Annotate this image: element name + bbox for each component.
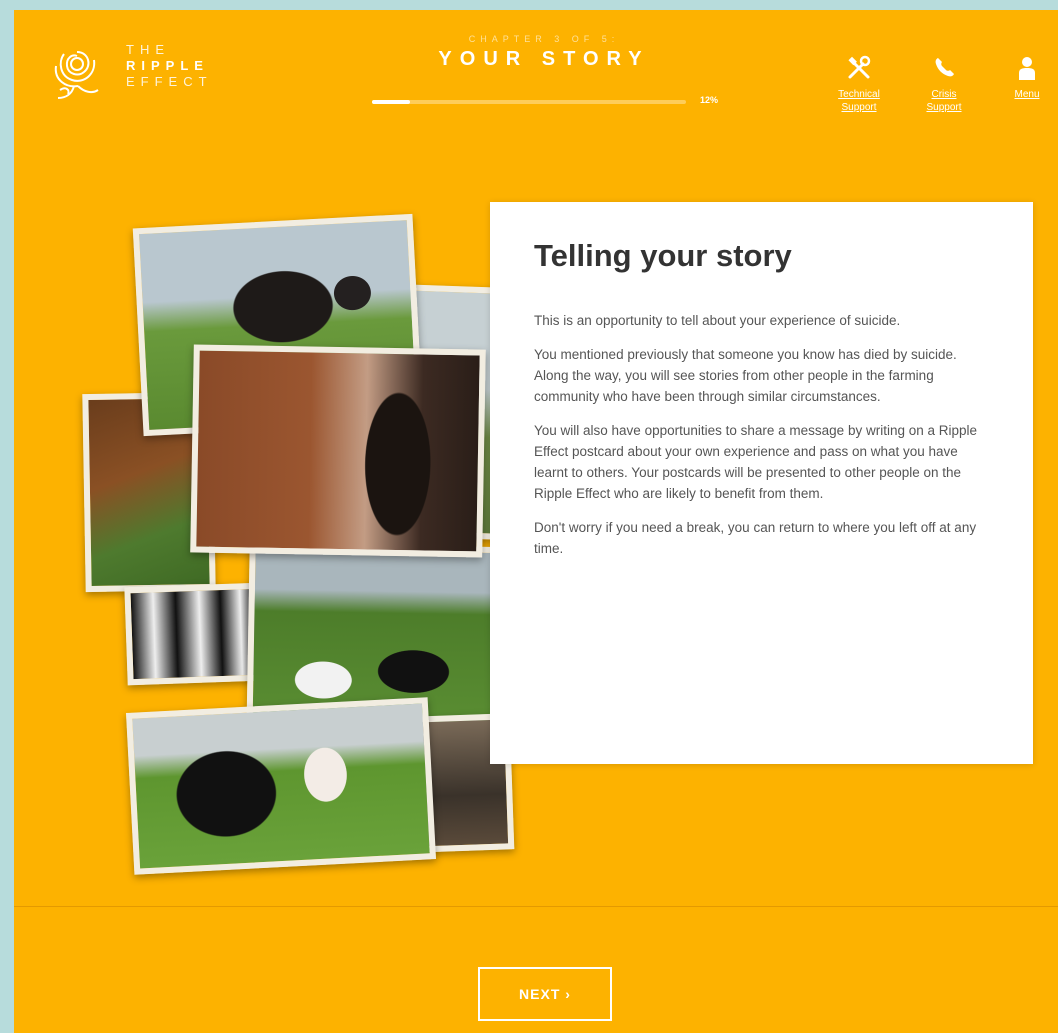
footer-divider (14, 906, 1058, 907)
logo[interactable]: THE RIPPLE EFFECT (44, 36, 244, 108)
crisis-support-label: Crisis Support (926, 89, 962, 113)
rose-logo-icon (54, 51, 99, 99)
card-paragraph: You mentioned previously that someone yo… (534, 347, 957, 404)
photo-woman-barn (190, 344, 486, 558)
logo-line-effect: EFFECT (126, 74, 213, 89)
card-paragraph: You will also have opportunities to shar… (534, 423, 978, 501)
progress-bar-fill (372, 100, 410, 104)
chapter-title: YOUR STORY (438, 48, 650, 70)
photo-cow-closeup (125, 697, 437, 875)
technical-support-label: Technical Support (838, 89, 880, 113)
crisis-support-button[interactable]: Crisis Support (914, 54, 974, 114)
phone-icon (935, 58, 954, 77)
page-frame: THE RIPPLE EFFECT CHAPTER 3 OF 5: YOUR S… (14, 10, 1058, 1033)
card-body: This is an opportunity to tell about you… (534, 310, 992, 572)
chapter-number: CHAPTER 3 OF 5: (468, 34, 620, 44)
content-card: Telling your story This is an opportunit… (490, 202, 1033, 764)
person-icon (1019, 57, 1035, 80)
card-title: Telling your story (534, 238, 792, 273)
progress-percent: 12% (700, 95, 719, 105)
card-paragraph: Don't worry if you need a break, you can… (534, 520, 977, 556)
card-paragraph: This is an opportunity to tell about you… (534, 313, 901, 328)
next-button[interactable]: NEXT › (478, 967, 612, 1021)
logo-text: THE RIPPLE EFFECT (126, 42, 213, 90)
photo-cows-group-small (124, 582, 264, 686)
technical-support-button[interactable]: Technical Support (824, 54, 894, 114)
tools-icon (848, 55, 871, 79)
menu-button[interactable]: Menu (1002, 54, 1052, 101)
logo-line-the: THE (126, 42, 170, 57)
logo-line-ripple: RIPPLE (126, 58, 209, 73)
progress-bar (372, 100, 686, 104)
chapter-heading: CHAPTER 3 OF 5: YOUR STORY (369, 34, 719, 71)
photo-collage (80, 205, 515, 875)
menu-label: Menu (1014, 89, 1040, 100)
